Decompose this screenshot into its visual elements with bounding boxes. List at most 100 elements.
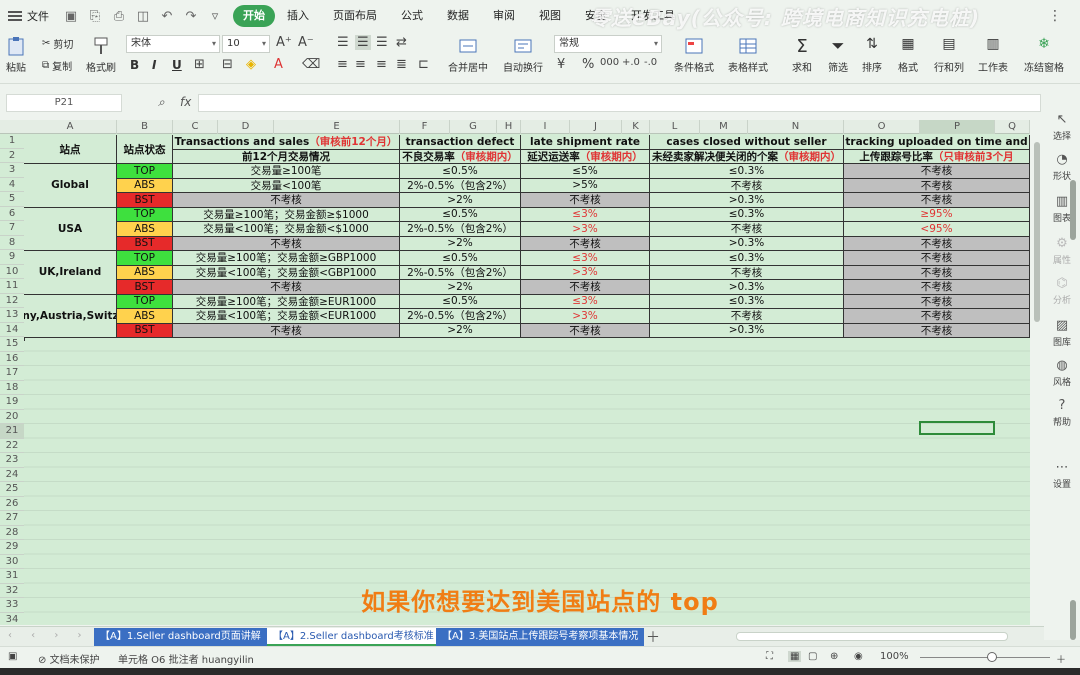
defect-cell[interactable]: >2% bbox=[400, 236, 521, 251]
file-menu[interactable]: 文件 bbox=[8, 8, 49, 24]
late-shipment-cell[interactable]: 不考核 bbox=[521, 193, 650, 208]
formula-input[interactable] bbox=[198, 94, 1041, 112]
status-level-cell[interactable]: TOP bbox=[117, 164, 173, 179]
reading-mode-icon[interactable]: ◉ bbox=[854, 651, 863, 662]
align-bottom-icon[interactable]: ☰ bbox=[376, 35, 388, 50]
format-button[interactable]: ▦ 格式 bbox=[898, 36, 918, 74]
status-level-cell[interactable]: TOP bbox=[117, 294, 173, 309]
format-painter-button[interactable]: 格式刷 bbox=[86, 36, 116, 74]
tracking-cell[interactable]: 不考核 bbox=[844, 294, 1030, 309]
row-header[interactable]: 28 bbox=[0, 526, 24, 540]
cases-cell[interactable]: >0.3% bbox=[650, 193, 844, 208]
freeze-button[interactable]: ❄ 冻结窗格 bbox=[1024, 36, 1064, 74]
font-name-select[interactable]: 宋体 bbox=[126, 35, 220, 53]
border-icon[interactable]: ⊞ bbox=[194, 57, 205, 72]
tracking-cell[interactable]: 不考核 bbox=[844, 164, 1030, 179]
transactions-cell[interactable]: 交易量≥100笔 bbox=[173, 164, 400, 179]
row-header[interactable]: 26 bbox=[0, 497, 24, 511]
late-shipment-cell[interactable]: ≤3% bbox=[521, 294, 650, 309]
tab-insert[interactable]: 插入 bbox=[275, 5, 321, 27]
currency-icon[interactable]: ¥ bbox=[557, 57, 565, 72]
column-header[interactable]: F bbox=[400, 120, 450, 134]
export-icon[interactable]: ⎘ bbox=[87, 9, 103, 24]
status-level-cell[interactable]: BST bbox=[117, 323, 173, 338]
fullscreen-icon[interactable]: ⛶ bbox=[766, 651, 773, 662]
cases-cell[interactable]: ≤0.3% bbox=[650, 207, 844, 222]
add-sheet-icon[interactable]: ＋ bbox=[646, 627, 660, 647]
transactions-cell[interactable]: 不考核 bbox=[173, 236, 400, 251]
number-format-select[interactable]: 常规 bbox=[554, 35, 662, 53]
fx-icon[interactable]: fx bbox=[180, 95, 191, 109]
zoom-slider-knob[interactable] bbox=[987, 652, 997, 662]
eraser-icon[interactable]: ⌫ bbox=[302, 57, 320, 72]
paste-button[interactable]: 粘贴 bbox=[6, 36, 26, 74]
defect-cell[interactable]: >2% bbox=[400, 280, 521, 295]
column-header[interactable]: Q bbox=[995, 120, 1030, 134]
header-transactions[interactable]: Transactions and sales （审核前12个月） bbox=[173, 135, 400, 150]
cases-cell[interactable]: ≤0.3% bbox=[650, 164, 844, 179]
row-header[interactable]: 7 bbox=[0, 221, 24, 236]
row-header[interactable]: 9 bbox=[0, 250, 24, 265]
status-level-cell[interactable]: BST bbox=[117, 236, 173, 251]
header-late[interactable]: late shipment rate bbox=[521, 135, 650, 150]
protect-status[interactable]: ⊘ 文档未保护 bbox=[38, 651, 100, 666]
transactions-cell[interactable]: 交易量≥100笔；交易金额≥EUR1000 bbox=[173, 294, 400, 309]
cases-cell[interactable]: >0.3% bbox=[650, 236, 844, 251]
site-cell[interactable]: Global bbox=[24, 164, 117, 208]
wrap-text-button[interactable]: 自动换行 bbox=[503, 36, 543, 74]
row-header[interactable]: 14 bbox=[0, 323, 24, 337]
print-icon[interactable]: ⎙ bbox=[111, 9, 127, 24]
align-left-icon[interactable]: ≡ bbox=[337, 57, 348, 72]
save-icon[interactable]: ▣ bbox=[63, 9, 79, 24]
defect-cell[interactable]: 2%-0.5%（包含2%） bbox=[400, 178, 521, 193]
row-header[interactable]: 18 bbox=[0, 381, 24, 395]
merge-icon[interactable]: ⊟ bbox=[222, 57, 233, 72]
row-header[interactable]: 20 bbox=[0, 410, 24, 424]
macro-icon[interactable]: ▣ bbox=[8, 651, 17, 662]
cases-cell[interactable]: ≤0.3% bbox=[650, 251, 844, 266]
zoom-in-icon[interactable]: ＋ bbox=[1056, 651, 1066, 666]
font-color-icon[interactable]: A bbox=[274, 57, 283, 72]
align-right-icon[interactable]: ≡ bbox=[376, 57, 387, 72]
defect-cell[interactable]: ≤0.5% bbox=[400, 207, 521, 222]
percent-icon[interactable]: % bbox=[582, 57, 594, 72]
header-defect-sub[interactable]: 不良交易率 （审核期内） bbox=[400, 149, 521, 164]
site-cell[interactable]: UK,Ireland bbox=[24, 251, 117, 295]
header-cases-sub[interactable]: 未经卖家解决便关闭的个案 （审核期内） bbox=[650, 149, 844, 164]
fill-color-icon[interactable]: ◈ bbox=[246, 57, 256, 72]
defect-cell[interactable]: ≤0.5% bbox=[400, 251, 521, 266]
tab-review[interactable]: 审阅 bbox=[481, 5, 527, 27]
late-shipment-cell[interactable]: 不考核 bbox=[521, 236, 650, 251]
late-shipment-cell[interactable]: 不考核 bbox=[521, 280, 650, 295]
row-header[interactable]: 4 bbox=[0, 178, 24, 192]
late-shipment-cell[interactable]: ≤3% bbox=[521, 251, 650, 266]
sheet-tab-3[interactable]: 【A】3.美国站点上传跟踪号考察项基本情况 bbox=[436, 628, 645, 646]
header-tracking[interactable]: tracking uploaded on time and bbox=[844, 135, 1030, 150]
column-header[interactable]: O bbox=[844, 120, 920, 134]
tracking-cell[interactable]: 不考核 bbox=[844, 265, 1030, 280]
conditional-format-button[interactable]: 条件格式 bbox=[674, 36, 714, 74]
panel-properties[interactable]: ⚙ 属性 bbox=[1044, 236, 1080, 266]
column-header[interactable]: L bbox=[650, 120, 700, 134]
row-header[interactable]: 25 bbox=[0, 482, 24, 497]
column-header[interactable]: N bbox=[748, 120, 844, 134]
column-header[interactable]: I bbox=[521, 120, 570, 134]
tracking-cell[interactable]: 不考核 bbox=[844, 280, 1030, 295]
late-shipment-cell[interactable]: ≤3% bbox=[521, 207, 650, 222]
defect-cell[interactable]: 2%-0.5%（包含2%） bbox=[400, 309, 521, 324]
redo-icon[interactable]: ↷ bbox=[183, 9, 199, 24]
cases-cell[interactable]: >0.3% bbox=[650, 280, 844, 295]
orientation-icon[interactable]: ⇄ bbox=[396, 35, 407, 50]
transactions-cell[interactable]: 交易量<100笔 bbox=[173, 178, 400, 193]
tracking-cell[interactable]: 不考核 bbox=[844, 193, 1030, 208]
row-header[interactable]: 1 bbox=[0, 134, 24, 149]
panel-help[interactable]: ? 帮助 bbox=[1044, 398, 1080, 428]
row-header[interactable]: 3 bbox=[0, 163, 24, 178]
justify-icon[interactable]: ≣ bbox=[396, 57, 407, 72]
tracking-cell[interactable]: 不考核 bbox=[844, 236, 1030, 251]
tracking-cell[interactable]: 不考核 bbox=[844, 323, 1030, 338]
panel-scrollbar-thumb-bottom[interactable] bbox=[1070, 600, 1076, 640]
tab-home[interactable]: 开始 bbox=[233, 5, 275, 27]
decrease-decimal-icon[interactable]: -.0 bbox=[644, 57, 657, 68]
sum-button[interactable]: Σ 求和 bbox=[792, 36, 812, 74]
